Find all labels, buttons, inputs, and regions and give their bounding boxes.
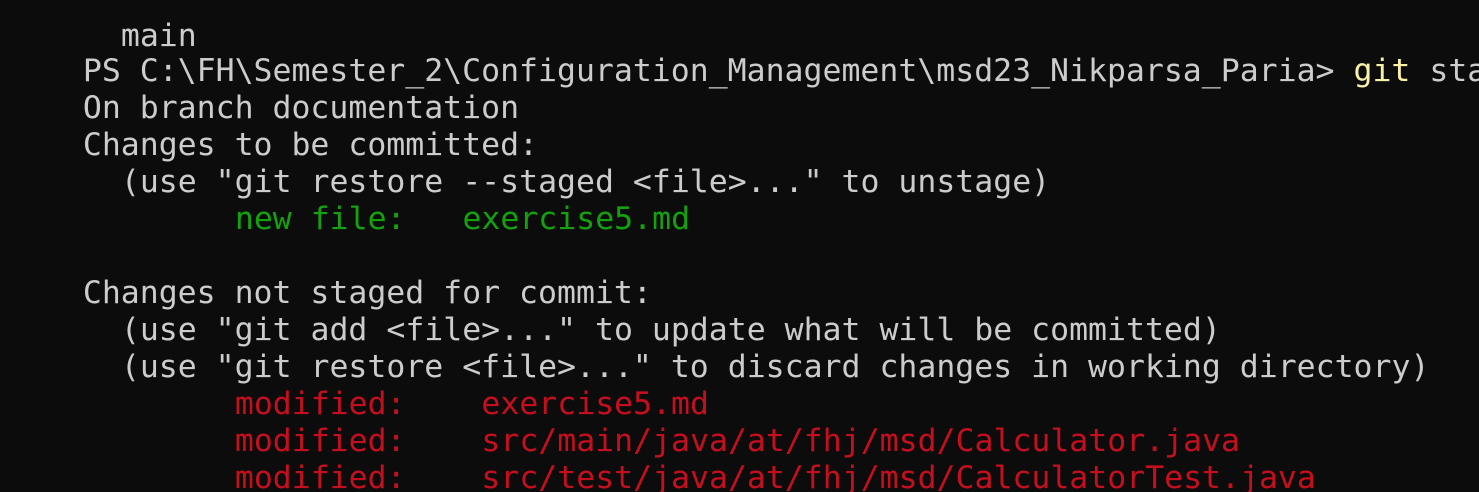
file-path: exercise5.md: [462, 201, 691, 237]
command-args: status: [1429, 53, 1479, 89]
unstaged-hint-add: (use "git add <file>..." to update what …: [7, 275, 1221, 348]
command-name: git: [1353, 53, 1411, 89]
unstaged-header: Changes not staged for commit:: [7, 238, 652, 311]
file-status: modified:: [234, 460, 406, 492]
command-line: PS C:\FH\Semester_2\Configuration_Manage…: [7, 16, 1479, 89]
staged-header: Changes to be committed:: [7, 90, 538, 163]
unstaged-file-row: modified: src/main/java/at/fhj/msd/Calcu…: [7, 386, 1240, 459]
branch-line: On branch documentation: [7, 53, 519, 126]
staged-hint: (use "git restore --staged <file>..." to…: [7, 127, 1050, 200]
unstaged-hint-restore: (use "git restore <file>..." to discard …: [7, 312, 1430, 385]
terminal-window[interactable]: main PS C:\FH\Semester_2\Configuration_M…: [0, 0, 1479, 492]
file-status: new file:: [234, 201, 406, 237]
staged-file-row: new file: exercise5.md: [7, 164, 690, 237]
file-path: src/test/java/at/fhj/msd/CalculatorTest.…: [481, 460, 1316, 492]
unstaged-file-row: modified: src/test/java/at/fhj/msd/Calcu…: [7, 423, 1316, 492]
unstaged-file-row: modified: exercise5.md: [7, 349, 709, 422]
